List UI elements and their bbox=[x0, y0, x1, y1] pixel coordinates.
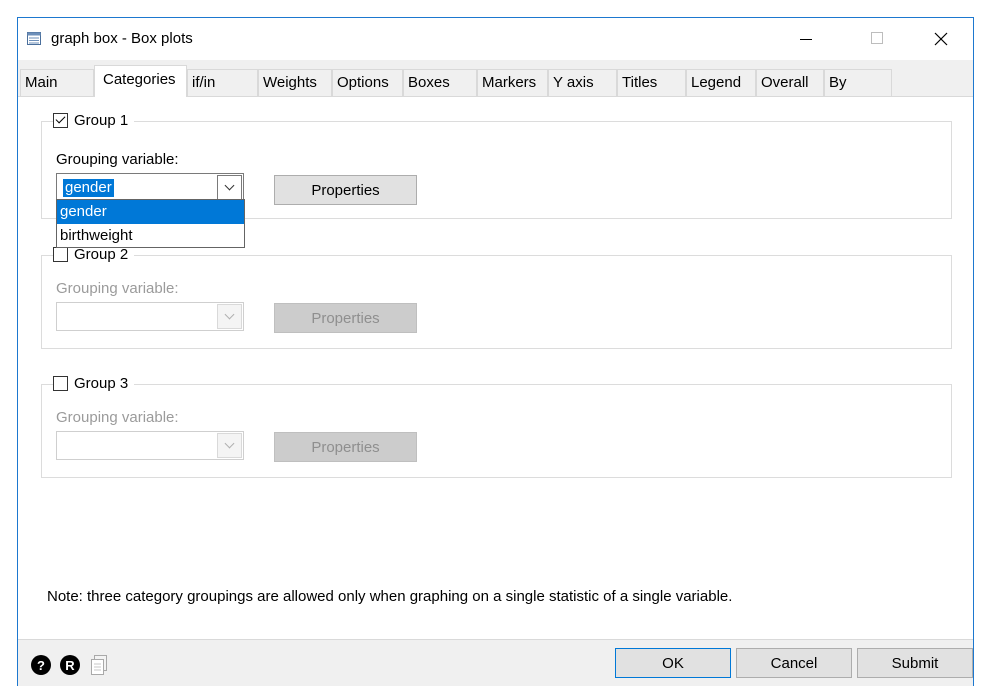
group-2-header[interactable]: Group 2 bbox=[53, 246, 135, 263]
tab-overall[interactable]: Overall bbox=[756, 69, 824, 96]
categories-panel: Group 1 Grouping variable: gender Proper… bbox=[18, 96, 973, 640]
group-1-header[interactable]: Group 1 bbox=[53, 112, 135, 129]
group-3-properties-button: Properties bbox=[274, 432, 417, 462]
group-2-checkbox[interactable] bbox=[53, 247, 68, 262]
tab-markers[interactable]: Markers bbox=[477, 69, 548, 96]
group-2-field-label: Grouping variable: bbox=[56, 280, 179, 297]
help-icon[interactable]: ? bbox=[31, 655, 51, 675]
group-1-label: Group 1 bbox=[74, 112, 129, 129]
group-1-field-label: Grouping variable: bbox=[56, 151, 179, 168]
title-bar: graph box - Box plots bbox=[18, 18, 973, 60]
tab-by[interactable]: By bbox=[824, 69, 892, 96]
dialog-window: graph box - Box plots Main Categories if… bbox=[17, 17, 974, 686]
tab-main[interactable]: Main bbox=[20, 69, 94, 96]
tab-weights[interactable]: Weights bbox=[258, 69, 332, 96]
chevron-down-icon bbox=[217, 433, 242, 458]
group-2-properties-button: Properties bbox=[274, 303, 417, 333]
ok-button[interactable]: OK bbox=[615, 648, 731, 678]
dropdown-option-birthweight[interactable]: birthweight bbox=[57, 224, 244, 248]
dialog-footer: ? R OK Cancel Submit bbox=[18, 639, 973, 686]
group-1-variable-select[interactable]: gender bbox=[56, 173, 244, 202]
close-icon bbox=[934, 32, 948, 46]
maximize-button[interactable] bbox=[854, 18, 900, 60]
tab-options[interactable]: Options bbox=[332, 69, 403, 96]
group-1-properties-button[interactable]: Properties bbox=[274, 175, 417, 205]
group-2-variable-select bbox=[56, 302, 244, 331]
app-icon bbox=[27, 32, 41, 45]
group-3-field-label: Grouping variable: bbox=[56, 409, 179, 426]
group-2-label: Group 2 bbox=[74, 246, 129, 263]
dropdown-option-gender[interactable]: gender bbox=[57, 200, 244, 224]
chevron-down-icon bbox=[217, 304, 242, 329]
group-3-variable-select bbox=[56, 431, 244, 460]
tab-if-in[interactable]: if/in bbox=[187, 69, 258, 96]
copy-icon[interactable] bbox=[88, 654, 110, 676]
group-3-label: Group 3 bbox=[74, 375, 129, 392]
cancel-button[interactable]: Cancel bbox=[736, 648, 852, 678]
chevron-down-icon[interactable] bbox=[217, 175, 242, 200]
tab-legend[interactable]: Legend bbox=[686, 69, 756, 96]
group-3-header[interactable]: Group 3 bbox=[53, 375, 135, 392]
reset-icon[interactable]: R bbox=[60, 655, 80, 675]
group-3-box: Group 3 Grouping variable: Properties bbox=[41, 375, 952, 478]
minimize-button[interactable] bbox=[783, 18, 829, 60]
window-title: graph box - Box plots bbox=[51, 30, 193, 47]
group-1-checkbox[interactable] bbox=[53, 113, 68, 128]
submit-button[interactable]: Submit bbox=[857, 648, 973, 678]
note-text: Note: three category groupings are allow… bbox=[47, 588, 733, 605]
tab-boxes[interactable]: Boxes bbox=[403, 69, 477, 96]
group-2-box: Group 2 Grouping variable: Properties bbox=[41, 246, 952, 349]
group-1-selected-value: gender bbox=[63, 179, 114, 197]
tab-y-axis[interactable]: Y axis bbox=[548, 69, 617, 96]
group-3-checkbox[interactable] bbox=[53, 376, 68, 391]
tab-strip: Main Categories if/in Weights Options Bo… bbox=[18, 65, 973, 97]
tab-categories[interactable]: Categories bbox=[94, 65, 187, 97]
tab-titles[interactable]: Titles bbox=[617, 69, 686, 96]
group-1-dropdown-list: gender birthweight bbox=[56, 199, 245, 248]
close-button[interactable] bbox=[918, 18, 964, 60]
